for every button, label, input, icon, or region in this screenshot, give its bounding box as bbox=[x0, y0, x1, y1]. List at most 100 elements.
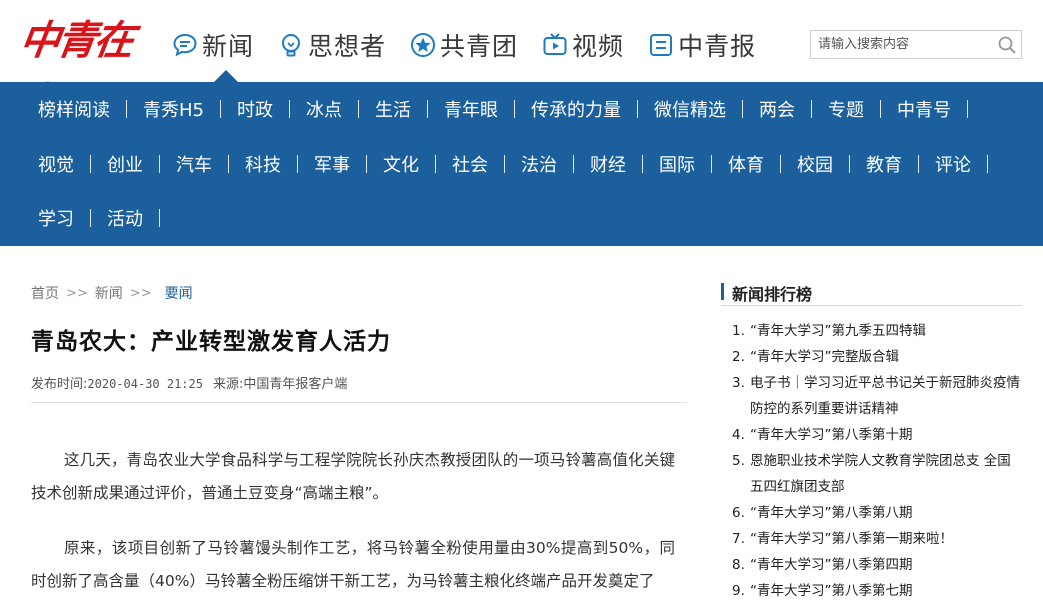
nav-divider bbox=[297, 155, 298, 173]
ranking-link[interactable]: “青年大学习”第八季第一期来啦！ bbox=[750, 526, 1024, 552]
nav-divider bbox=[573, 155, 574, 173]
ranking-item[interactable]: 7. “青年大学习”第八季第一期来啦！ bbox=[732, 526, 1024, 552]
active-nav-pointer bbox=[214, 70, 238, 82]
ranking-number: 8. bbox=[732, 557, 745, 573]
nav-divider bbox=[159, 209, 160, 227]
source-value: 中国青年报客户端 bbox=[243, 377, 348, 392]
nav-item-study[interactable]: 学习 bbox=[22, 205, 91, 231]
breadcrumb: 首页 >> 新闻 >> 要闻 bbox=[31, 283, 193, 303]
nav-item-heritage[interactable]: 传承的力量 bbox=[515, 96, 638, 122]
nav-label: 活动 bbox=[107, 209, 143, 230]
topnav-video[interactable]: 视频 bbox=[542, 24, 624, 66]
nav-item-culture[interactable]: 文化 bbox=[367, 151, 436, 177]
nav-item-events[interactable]: 活动 bbox=[91, 205, 160, 231]
ranking-link[interactable]: 恩施职业技术学院人文教育学院团总支 全国五四红旗团支部 bbox=[750, 448, 1024, 500]
nav-divider bbox=[514, 100, 515, 118]
nav-label: 生活 bbox=[375, 100, 411, 121]
nav-item-vision[interactable]: 视觉 bbox=[22, 151, 91, 177]
ranking-link[interactable]: “青年大学习”第八季第四期 bbox=[750, 552, 1024, 578]
topnav-newspaper[interactable]: 中青报 bbox=[648, 24, 756, 66]
ranking-link[interactable]: 电子书｜学习习近平总书记关于新冠肺炎疫情防控的系列重要讲话精神 bbox=[750, 370, 1024, 422]
nav-divider bbox=[159, 155, 160, 173]
nav-item-opinion[interactable]: 评论 bbox=[919, 151, 988, 177]
nav-item-startup[interactable]: 创业 bbox=[91, 151, 160, 177]
nav-item-law[interactable]: 法治 bbox=[505, 151, 574, 177]
nav-divider bbox=[642, 155, 643, 173]
topnav-label: 新闻 bbox=[202, 32, 255, 61]
nav-divider bbox=[289, 100, 290, 118]
channel-nav-row: 榜样阅读 青秀H5 时政 冰点 生活 青年眼 传承的力量 微信精选 两会 专题 … bbox=[22, 82, 968, 136]
nav-item-role-model[interactable]: 榜样阅读 bbox=[22, 96, 127, 122]
ranking-item[interactable]: 4. “青年大学习”第八季第十期 bbox=[732, 422, 1024, 448]
nav-divider bbox=[780, 155, 781, 173]
nav-item-h5[interactable]: 青秀H5 bbox=[127, 96, 221, 122]
nav-item-two-sessions[interactable]: 两会 bbox=[743, 96, 812, 122]
nav-label: 国际 bbox=[659, 155, 695, 176]
nav-item-wechat[interactable]: 微信精选 bbox=[638, 96, 743, 122]
ranking-link[interactable]: “青年大学习”第八季第八期 bbox=[750, 500, 1024, 526]
nav-item-topics[interactable]: 专题 bbox=[812, 96, 881, 122]
nav-divider bbox=[637, 100, 638, 118]
ranking-title: 新闻排行榜 bbox=[732, 285, 813, 304]
ranking-number: 5. bbox=[732, 453, 745, 469]
meta-divider bbox=[31, 402, 687, 403]
topnav-thinker[interactable]: 思想者 bbox=[278, 24, 386, 66]
nav-divider bbox=[811, 100, 812, 118]
ranking-number: 9. bbox=[732, 583, 745, 599]
ranking-link[interactable]: “青年大学习”完整版合辑 bbox=[750, 344, 1024, 370]
ranking-item[interactable]: 8. “青年大学习”第八季第四期 bbox=[732, 552, 1024, 578]
search-input[interactable] bbox=[811, 31, 987, 58]
nav-divider bbox=[90, 155, 91, 173]
nav-label: 青年眼 bbox=[444, 100, 498, 121]
nav-item-military[interactable]: 军事 bbox=[298, 151, 367, 177]
breadcrumb-current[interactable]: 要闻 bbox=[165, 283, 193, 303]
nav-label: 文化 bbox=[383, 155, 419, 176]
nav-divider bbox=[987, 155, 988, 173]
ranking-link[interactable]: “青年大学习”第八季第七期 bbox=[750, 578, 1024, 604]
nav-divider bbox=[220, 100, 221, 118]
topnav-league[interactable]: 共青团 bbox=[410, 24, 518, 66]
ranking-number: 4. bbox=[732, 427, 745, 443]
ranking-item[interactable]: 9. “青年大学习”第八季第七期 bbox=[732, 578, 1024, 604]
article-title: 青岛农大：产业转型激发育人活力 bbox=[31, 329, 391, 355]
nav-item-politics[interactable]: 时政 bbox=[221, 96, 290, 122]
search-icon[interactable] bbox=[997, 35, 1017, 55]
nav-item-education[interactable]: 教育 bbox=[850, 151, 919, 177]
nav-item-world[interactable]: 国际 bbox=[643, 151, 712, 177]
ranking-item[interactable]: 2. “青年大学习”完整版合辑 bbox=[732, 344, 1024, 370]
nav-item-youth-eye[interactable]: 青年眼 bbox=[428, 96, 515, 122]
nav-label: 学习 bbox=[38, 209, 74, 230]
nav-divider bbox=[967, 100, 968, 118]
nav-item-life[interactable]: 生活 bbox=[359, 96, 428, 122]
nav-item-sports[interactable]: 体育 bbox=[712, 151, 781, 177]
ranking-item[interactable]: 6. “青年大学习”第八季第八期 bbox=[732, 500, 1024, 526]
topnav-news[interactable]: 新闻 bbox=[172, 24, 254, 66]
nav-item-finance[interactable]: 财经 bbox=[574, 151, 643, 177]
nav-label: 冰点 bbox=[306, 100, 342, 121]
ranking-item[interactable]: 1. “青年大学习”第九季五四特辑 bbox=[732, 318, 1024, 344]
article-paragraph: 这几天，青岛农业大学食品科学与工程学院院长孙庆杰教授团队的一项马铃薯高值化关键技… bbox=[31, 451, 675, 502]
ranking-link[interactable]: “青年大学习”第八季第十期 bbox=[750, 422, 1024, 448]
nav-item-freezing-point[interactable]: 冰点 bbox=[290, 96, 359, 122]
article-source: 来源:中国青年报客户端 bbox=[213, 373, 347, 392]
nav-item-campus[interactable]: 校园 bbox=[781, 151, 850, 177]
ranking-link[interactable]: “青年大学习”第九季五四特辑 bbox=[750, 318, 1024, 344]
nav-divider bbox=[918, 155, 919, 173]
breadcrumb-section[interactable]: 新闻 bbox=[95, 283, 123, 303]
nav-item-auto[interactable]: 汽车 bbox=[160, 151, 229, 177]
ranking-item[interactable]: 5. 恩施职业技术学院人文教育学院团总支 全国五四红旗团支部 bbox=[732, 448, 1024, 500]
site-logo[interactable]: 中青在线 bbox=[8, 10, 145, 126]
nav-divider bbox=[880, 100, 881, 118]
nav-item-zqh[interactable]: 中青号 bbox=[881, 96, 968, 122]
nav-label: 教育 bbox=[866, 155, 902, 176]
nav-divider bbox=[366, 155, 367, 173]
nav-label: 科技 bbox=[245, 155, 281, 176]
ranking-item[interactable]: 3. 电子书｜学习习近平总书记关于新冠肺炎疫情防控的系列重要讲话精神 bbox=[732, 370, 1024, 422]
nav-item-tech[interactable]: 科技 bbox=[229, 151, 298, 177]
nav-item-society[interactable]: 社会 bbox=[436, 151, 505, 177]
star-emblem-icon bbox=[410, 32, 436, 58]
nav-divider bbox=[228, 155, 229, 173]
breadcrumb-home[interactable]: 首页 bbox=[31, 283, 59, 303]
topnav-label: 中青报 bbox=[678, 32, 757, 61]
topnav-label: 共青团 bbox=[440, 32, 519, 61]
